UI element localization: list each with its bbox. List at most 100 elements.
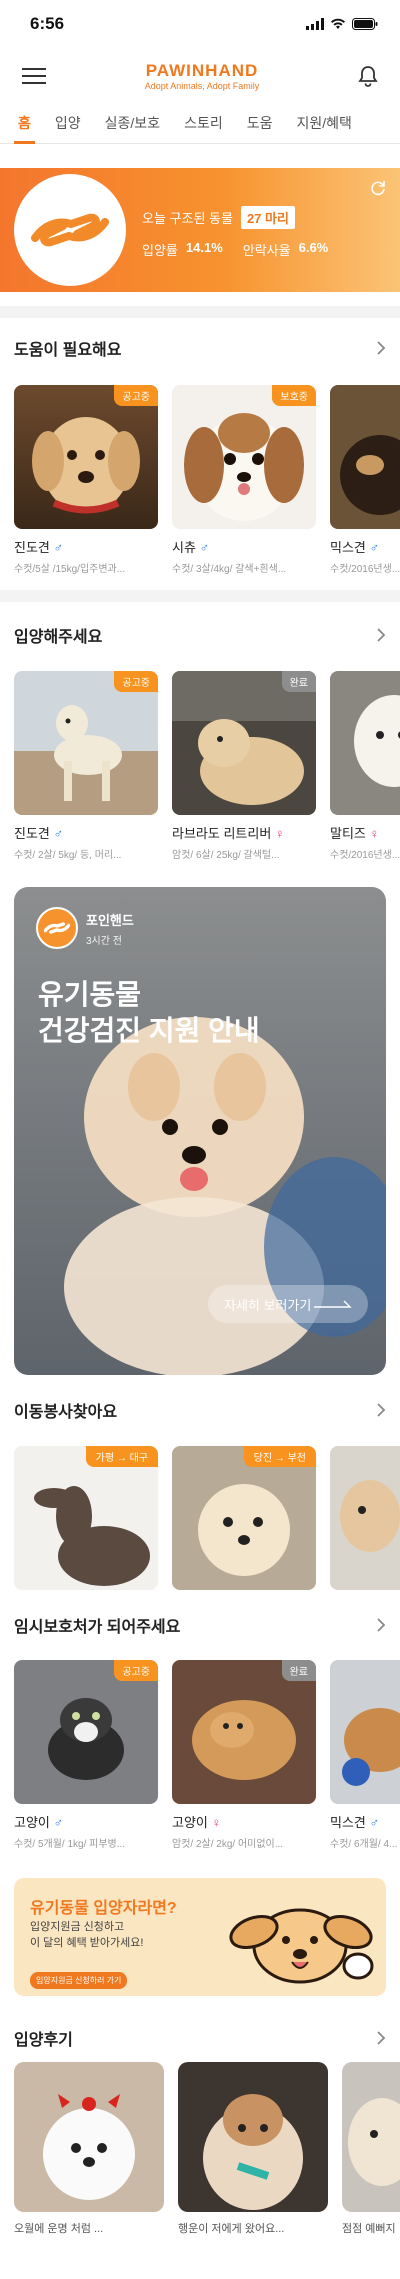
review-row: 오월에 운명 처럼 ... 행운이 저에게 왔어요... 점점 예뻐지: [14, 2062, 400, 2236]
ad-cta-button[interactable]: 입양지원금 신청하러 가기: [30, 1972, 128, 1989]
animal-info: 수컷/ 3살/4kg/ 갈색+흰색...: [172, 564, 287, 575]
section-reviews-header[interactable]: 입양후기: [14, 2026, 386, 2050]
status-time: 6:56: [30, 14, 65, 33]
tab-support[interactable]: 지원/혜택: [284, 113, 363, 143]
animal-card[interactable]: 완료 라브라도 리트리버 ♀ 암컷/ 6살/ 25kg/ 갈색털...: [172, 671, 316, 861]
review-caption: 점점 예뻐지: [342, 2223, 396, 2235]
animal-photo: 공고중: [14, 671, 158, 815]
brand-name: PAWINHAND: [145, 60, 259, 80]
animal-card[interactable]: 믹스견 ♂ 수컷/2016년생...: [330, 385, 400, 575]
section-adopt-header[interactable]: 입양해주세요: [14, 623, 386, 647]
animal-photo: 당진 → 부천: [172, 1446, 316, 1590]
section-title: 입양해주세요: [14, 629, 103, 646]
brand-tagline: Adopt Animals, Adopt Family: [144, 80, 260, 91]
tab-missing[interactable]: 실종/보호: [93, 113, 172, 143]
wifi-icon: [331, 18, 345, 29]
animal-name: 고양이: [172, 1815, 208, 1830]
section-help-header[interactable]: 도움이 필요해요: [14, 336, 386, 360]
gender-icon: ♀: [211, 1815, 222, 1830]
tab-help[interactable]: 도움: [235, 113, 285, 143]
chevron-right-icon[interactable]: [376, 1617, 386, 1633]
chevron-right-icon[interactable]: [376, 340, 386, 356]
route-badge: 당진 → 부천: [243, 1446, 316, 1467]
animal-card[interactable]: 보호중 시츄 ♂ 수컷/ 3살/4kg/ 갈색+흰색...: [172, 385, 316, 575]
section-title: 입양후기: [14, 2032, 73, 2049]
animal-photo: [330, 671, 400, 815]
help-card-row: 공고중 진도견 ♂ 수컷/5살 /15kg/입주변과... 보호중 시츄 ♂ 수…: [14, 385, 400, 575]
animal-card[interactable]: 공고중 진도견 ♂ 수컷/ 2살/ 5kg/ 등, 머리...: [14, 671, 158, 861]
chevron-right-icon[interactable]: [376, 627, 386, 643]
animal-name: 진도견: [14, 540, 50, 555]
rescued-label: 오늘 구조된 동물: [142, 211, 233, 226]
post-author: 포인핸드 3시간 전: [36, 907, 134, 949]
gender-icon: ♂: [53, 1815, 64, 1830]
section-divider: [0, 306, 400, 318]
animal-photo: [330, 1446, 400, 1590]
adoption-grant-banner[interactable]: 유기동물 입양자라면? 입양지원금 신청하고 이 달의 혜택 받아가세요! 입양…: [14, 1878, 386, 1996]
status-bar: 6:56: [0, 0, 400, 48]
animal-card[interactable]: 믹스견 ♂ 수컷/ 6개월/ 4...: [330, 1660, 400, 1850]
transport-card[interactable]: [330, 1446, 400, 1590]
section-foster-header[interactable]: 임시보호처가 되어주세요: [14, 1613, 386, 1637]
tab-adopt[interactable]: 입양: [43, 113, 93, 143]
animal-name: 진도견: [14, 826, 50, 841]
animal-card[interactable]: 말티즈 ♀ 수컷/2016년생...: [330, 671, 400, 861]
app-bar: PAWINHAND Adopt Animals, Adopt Family: [0, 48, 400, 104]
animal-name: 믹스견: [330, 540, 366, 555]
animal-info: 수컷/2016년생...: [330, 850, 400, 861]
animal-name: 라브라도 리트리버: [172, 826, 272, 841]
chevron-right-icon[interactable]: [376, 2030, 386, 2046]
review-card[interactable]: 오월에 운명 처럼 ...: [14, 2062, 164, 2236]
animal-name: 믹스견: [330, 1815, 366, 1830]
review-caption: 오월에 운명 처럼 ...: [14, 2223, 104, 2235]
tab-home[interactable]: 홈: [6, 113, 43, 144]
animal-photo: 완료: [172, 1660, 316, 1804]
gender-icon: ♂: [53, 826, 64, 841]
gender-icon: ♀: [274, 826, 285, 841]
section-divider: [0, 590, 400, 602]
gender-icon: ♂: [369, 540, 380, 555]
refresh-icon[interactable]: [370, 180, 386, 196]
section-transport-header[interactable]: 이동봉사찾아요: [14, 1398, 386, 1422]
animal-info: 수컷/2016년생...: [330, 564, 400, 575]
status-badge: 완료: [281, 671, 316, 692]
animal-name: 고양이: [14, 1815, 50, 1830]
app-screen: { "status_bar": {"time": "6:56"}, "heade…: [0, 0, 400, 2279]
section-title: 임시보호처가 되어주세요: [14, 1619, 181, 1636]
rescued-count: 27 마리: [240, 206, 295, 229]
hamburger-icon[interactable]: [22, 67, 46, 85]
author-avatar: [36, 907, 78, 949]
animal-info: 암컷/ 2살/ 2kg/ 어미없이...: [172, 1839, 284, 1850]
ad-headline: 유기동물 입양자라면?: [30, 1900, 177, 1917]
ad-description: 입양지원금 신청하고 이 달의 혜택 받아가세요!: [30, 1921, 144, 1949]
adoption-label: 입양률: [142, 243, 178, 258]
animal-info: 수컷/ 5개월/ 1kg/ 피부병...: [14, 1839, 126, 1850]
gender-icon: ♂: [53, 540, 64, 555]
tab-story[interactable]: 스토리: [172, 113, 235, 143]
gender-icon: ♂: [199, 540, 210, 555]
status-badge: 공고중: [114, 385, 158, 406]
foster-card-row: 공고중 고양이 ♂ 수컷/ 5개월/ 1kg/ 피부병... 완료 고양이 ♀ …: [14, 1660, 400, 1850]
route-badge: 가평 → 대구: [85, 1446, 158, 1467]
featured-post-card[interactable]: 포인핸드 3시간 전 유기동물 건강검진 지원 안내 자세히 보러가기: [14, 887, 386, 1375]
animal-photo: 완료: [172, 671, 316, 815]
signal-icon: [306, 18, 324, 30]
transport-card[interactable]: 당진 → 부천: [172, 1446, 316, 1590]
status-badge: 완료: [281, 1660, 316, 1681]
animal-name: 시츄: [172, 540, 196, 555]
chevron-right-icon[interactable]: [376, 1402, 386, 1418]
see-more-button[interactable]: 자세히 보러가기: [208, 1285, 368, 1323]
bell-icon[interactable]: [358, 65, 378, 87]
animal-card[interactable]: 완료 고양이 ♀ 암컷/ 2살/ 2kg/ 어미없이...: [172, 1660, 316, 1850]
status-badge: 공고중: [114, 671, 158, 692]
stats-banner[interactable]: 오늘 구조된 동물 27 마리 입양률 14.1% 안락사율 6.6%: [0, 168, 400, 292]
review-card[interactable]: 행운이 저에게 왔어요...: [178, 2062, 328, 2236]
animal-card[interactable]: 공고중 진도견 ♂ 수컷/5살 /15kg/입주변과...: [14, 385, 158, 575]
euthanasia-label: 안락사율: [242, 243, 291, 258]
section-title: 도움이 필요해요: [14, 342, 122, 359]
brand-logo[interactable]: PAWINHAND Adopt Animals, Adopt Family: [145, 62, 260, 91]
review-card[interactable]: 점점 예뻐지: [342, 2062, 400, 2236]
animal-card[interactable]: 공고중 고양이 ♂ 수컷/ 5개월/ 1kg/ 피부병...: [14, 1660, 158, 1850]
transport-card[interactable]: 가평 → 대구: [14, 1446, 158, 1590]
review-photo: [178, 2062, 328, 2212]
